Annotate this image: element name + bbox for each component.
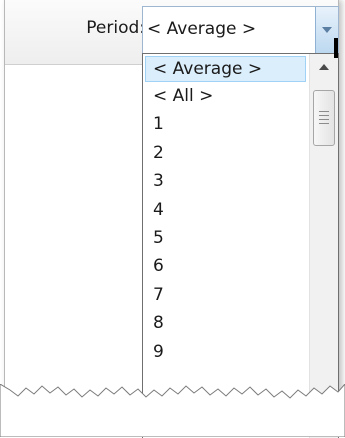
- thumb-grip-line: [319, 123, 329, 124]
- period-option-1[interactable]: 1: [143, 110, 308, 138]
- text-cursor-icon: [334, 38, 338, 58]
- period-option-4[interactable]: 4: [143, 196, 308, 224]
- scroll-up-arrow-icon: [319, 64, 329, 70]
- period-label: Period:: [86, 18, 145, 38]
- thumb-grip-line: [319, 111, 329, 112]
- period-option-all[interactable]: < All >: [143, 82, 308, 110]
- scrollbar-thumb[interactable]: [313, 90, 335, 146]
- period-selected-value: < Average >: [147, 19, 257, 39]
- thumb-grip-line: [319, 119, 329, 120]
- period-options: < Average > < All > 1 2 3 4 5 6 7 8 9: [143, 54, 308, 366]
- period-option-9[interactable]: 9: [143, 338, 308, 366]
- period-option-8[interactable]: 8: [143, 309, 308, 337]
- dropdown-scrollbar[interactable]: [309, 54, 338, 438]
- chevron-down-icon: [322, 27, 332, 33]
- period-option-average[interactable]: < Average >: [145, 56, 306, 82]
- period-option-7[interactable]: 7: [143, 281, 308, 309]
- period-dropdown-list: < Average > < All > 1 2 3 4 5 6 7 8 9: [142, 53, 339, 438]
- period-select[interactable]: < Average >: [142, 6, 339, 54]
- period-option-5[interactable]: 5: [143, 224, 308, 252]
- thumb-grip-line: [319, 115, 329, 116]
- scroll-up-button[interactable]: [310, 54, 338, 82]
- period-option-2[interactable]: 2: [143, 139, 308, 167]
- period-option-6[interactable]: 6: [143, 252, 308, 280]
- torn-edge: [0, 384, 345, 437]
- period-option-3[interactable]: 3: [143, 167, 308, 195]
